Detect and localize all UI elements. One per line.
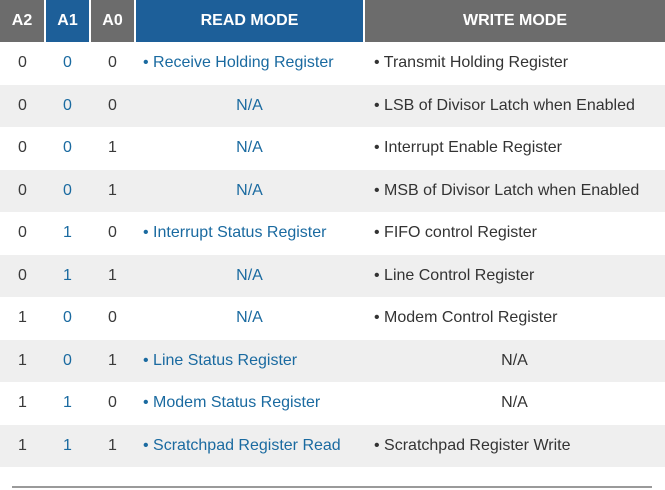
cell-read-mode: • Interrupt Status Register [135,212,364,255]
table-row: 0 0 0 • Receive Holding Register • Trans… [0,42,665,85]
cell-read-mode: • Modem Status Register [135,382,364,425]
cell-a1: 1 [45,382,90,425]
table-row: 0 0 1 N/A • MSB of Divisor Latch when En… [0,169,665,212]
register-table: A2 A1 A0 READ MODE WRITE MODE 0 0 0 • Re… [0,0,665,467]
cell-read-mode: N/A [135,297,364,340]
cell-write-mode: • Interrupt Enable Register [364,127,665,170]
cell-a1: 0 [45,127,90,170]
cell-a2: 1 [0,297,45,340]
cell-a0: 0 [90,212,135,255]
cell-a2: 1 [0,339,45,382]
table-row: 1 1 1 • Scratchpad Register Read • Scrat… [0,424,665,467]
cell-a0: 0 [90,382,135,425]
cell-read-mode: N/A [135,84,364,127]
cell-a0: 1 [90,339,135,382]
cell-a0: 0 [90,297,135,340]
header-read-mode: READ MODE [135,0,365,42]
cell-a2: 0 [0,254,45,297]
table-row: 1 0 0 N/A • Modem Control Register [0,297,665,340]
header-a2: A2 [0,0,46,42]
cell-a1: 0 [45,339,90,382]
table-row: 1 0 1 • Line Status Register N/A [0,339,665,382]
table-row: 0 1 0 • Interrupt Status Register • FIFO… [0,212,665,255]
cell-read-mode: N/A [135,254,364,297]
cell-a2: 0 [0,212,45,255]
cell-write-mode: N/A [364,339,665,382]
cell-a1: 0 [45,84,90,127]
cell-read-mode: N/A [135,127,364,170]
cell-a1: 0 [45,297,90,340]
cell-a0: 0 [90,42,135,85]
cell-a1: 1 [45,424,90,467]
bottom-divider [12,486,652,488]
cell-a2: 0 [0,127,45,170]
cell-write-mode: • Scratchpad Register Write [364,424,665,467]
table-row: 0 1 1 N/A • Line Control Register [0,254,665,297]
cell-write-mode: • LSB of Divisor Latch when Enabled [364,84,665,127]
cell-write-mode: • Line Control Register [364,254,665,297]
cell-read-mode: • Receive Holding Register [135,42,364,85]
cell-a0: 1 [90,424,135,467]
cell-a0: 1 [90,127,135,170]
cell-a2: 1 [0,424,45,467]
table-row: 0 0 1 N/A • Interrupt Enable Register [0,127,665,170]
cell-write-mode: • FIFO control Register [364,212,665,255]
cell-a2: 1 [0,382,45,425]
header-a1: A1 [45,0,91,42]
cell-write-mode: N/A [364,382,665,425]
cell-a0: 1 [90,169,135,212]
header-write-mode: WRITE MODE [364,0,665,42]
cell-a1: 1 [45,254,90,297]
cell-read-mode: N/A [135,169,364,212]
table-row: 0 0 0 N/A • LSB of Divisor Latch when En… [0,84,665,127]
cell-a0: 1 [90,254,135,297]
cell-a2: 0 [0,84,45,127]
cell-write-mode: • Transmit Holding Register [364,42,665,85]
cell-a1: 0 [45,42,90,85]
cell-read-mode: • Scratchpad Register Read [135,424,364,467]
table-row: 1 1 0 • Modem Status Register N/A [0,382,665,425]
cell-a2: 0 [0,42,45,85]
cell-write-mode: • MSB of Divisor Latch when Enabled [364,169,665,212]
cell-a2: 0 [0,169,45,212]
cell-write-mode: • Modem Control Register [364,297,665,340]
cell-read-mode: • Line Status Register [135,339,364,382]
table-header-row: A2 A1 A0 READ MODE WRITE MODE [0,0,665,42]
cell-a1: 0 [45,169,90,212]
cell-a1: 1 [45,212,90,255]
cell-a0: 0 [90,84,135,127]
header-a0: A0 [90,0,136,42]
